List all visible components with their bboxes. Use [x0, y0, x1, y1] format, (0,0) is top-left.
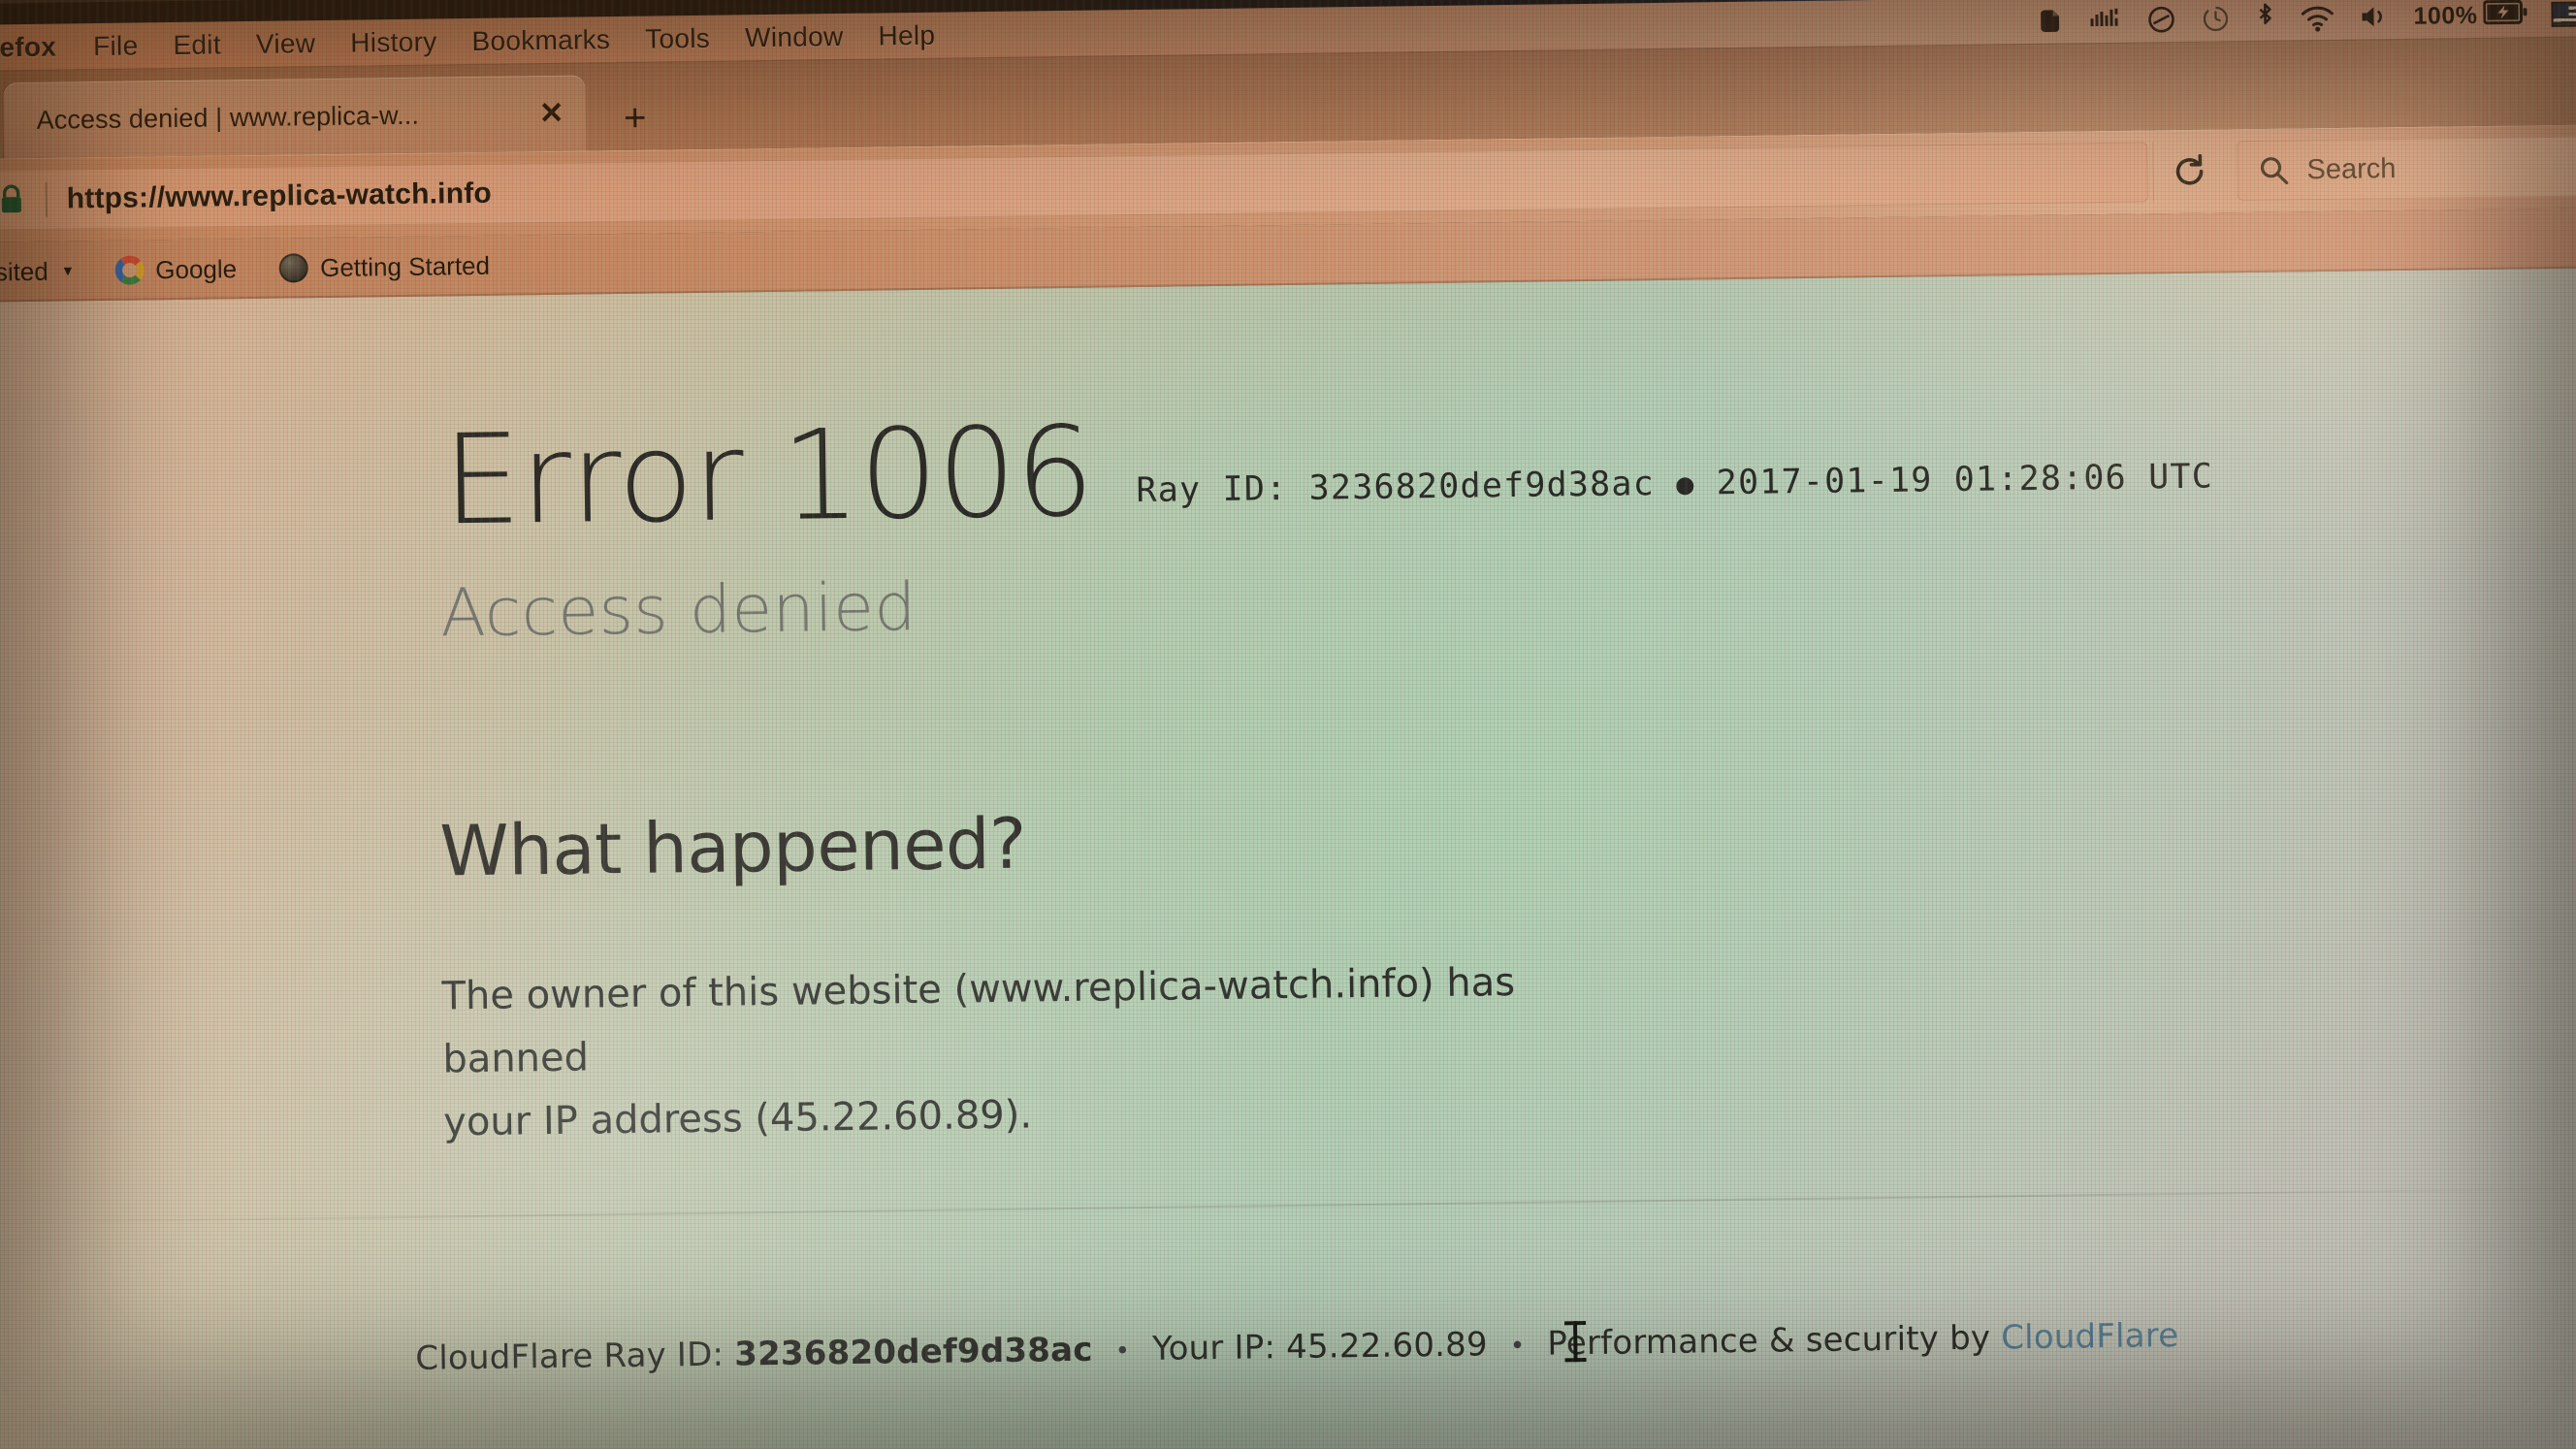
cloudflare-error-page: Error 1006 Ray ID: 3236820def9d38ac ● 20… — [0, 268, 2576, 1449]
url-text: https://www.replica-watch.info — [66, 177, 493, 215]
ray-id-label: Ray ID: — [1136, 468, 1288, 510]
text-cursor — [1573, 1321, 1578, 1363]
ray-timestamp: 2017-01-19 01:28:06 UTC — [1716, 457, 2214, 502]
cloudflare-link[interactable]: CloudFlare — [2001, 1316, 2179, 1357]
page-title: Error 1006 — [441, 400, 1095, 554]
bookmark-most-visited[interactable]: t Visited ▾ — [0, 256, 93, 288]
menu-item-firefox[interactable]: Firefox — [0, 32, 76, 63]
browser-tab-active[interactable]: Access denied | www.replica-w... ✕ — [3, 75, 586, 159]
body-line-1: The owner of this website (www.replica-w… — [441, 959, 1516, 1082]
menu-item-edit[interactable]: Edit — [155, 29, 239, 60]
page-viewport: Error 1006 Ray ID: 3236820def9d38ac ● 20… — [0, 268, 2576, 1449]
bullet-separator-icon: • — [1509, 1331, 1526, 1361]
new-tab-button[interactable]: + — [608, 91, 661, 145]
url-divider — [45, 181, 48, 217]
footer-your-ip-value: 45.22.60.89 — [1285, 1325, 1489, 1368]
audio-levels-icon[interactable] — [2089, 4, 2122, 37]
search-icon — [2258, 154, 2289, 185]
photo-of-laptop-screen: Firefox File Edit View History Bookmarks… — [0, 0, 2576, 1449]
ray-id-value: 3236820def9d38ac — [1308, 464, 1656, 508]
do-not-disturb-icon[interactable] — [2145, 3, 2176, 36]
bookmark-google[interactable]: Google — [93, 253, 258, 285]
menu-bar-status-items: 100% — [2037, 0, 2576, 38]
us-flag-keyboard-icon[interactable] — [2551, 1, 2576, 27]
footer-ray-id: 3236820def9d38ac — [733, 1330, 1093, 1374]
battery-icon — [2482, 0, 2528, 31]
reload-button[interactable] — [2152, 141, 2226, 203]
body-line-2: your IP address (45.22.60.89). — [442, 1092, 1033, 1145]
battery-status[interactable]: 100% — [2413, 0, 2528, 32]
footer-ray-label: CloudFlare Ray ID: — [415, 1335, 724, 1378]
error-header-row: Error 1006 Ray ID: 3236820def9d38ac ● 20… — [441, 400, 2214, 554]
ray-id-line: Ray ID: 3236820def9d38ac ● 2017-01-19 01… — [1136, 457, 2213, 531]
menu-item-file[interactable]: File — [76, 30, 156, 61]
volume-icon[interactable] — [2359, 0, 2390, 33]
footer-your-ip-label: Your IP: — [1151, 1328, 1276, 1368]
section-heading-what-happened: What happened? — [439, 802, 1027, 892]
time-machine-icon[interactable] — [2200, 2, 2231, 35]
padlock-icon[interactable] — [0, 183, 26, 216]
search-bar[interactable]: Search — [2237, 135, 2576, 202]
google-icon — [114, 255, 145, 285]
bookmark-label: Getting Started — [319, 250, 491, 282]
bullet-separator-icon: ● — [1676, 467, 1695, 501]
bluetooth-icon[interactable] — [2254, 2, 2275, 35]
bookmark-label: t Visited — [0, 256, 48, 287]
menu-item-help[interactable]: Help — [860, 20, 952, 51]
wifi-icon[interactable] — [2299, 1, 2335, 34]
menu-item-tools[interactable]: Tools — [628, 23, 727, 54]
bookmark-getting-started[interactable]: Getting Started — [258, 250, 511, 283]
horizontal-divider — [0, 1187, 2576, 1224]
bookmark-label: Google — [155, 253, 238, 284]
footer-credit-prefix: Performance & security by — [1547, 1318, 1991, 1364]
page-subtitle: Access denied — [439, 569, 918, 653]
menu-item-history[interactable]: History — [333, 26, 455, 57]
search-input[interactable]: Search — [2306, 153, 2396, 186]
close-icon[interactable]: ✕ — [527, 89, 575, 139]
menu-bar-items: Firefox File Edit View History Bookmarks… — [0, 20, 952, 63]
evernote-icon[interactable] — [2037, 4, 2066, 37]
bullet-separator-icon: • — [1114, 1336, 1131, 1366]
menu-item-view[interactable]: View — [239, 28, 334, 59]
globe-icon — [278, 253, 309, 283]
menu-item-window[interactable]: Window — [727, 21, 861, 52]
screen-content: Firefox File Edit View History Bookmarks… — [0, 0, 2576, 1449]
battery-percent-label: 100% — [2413, 1, 2478, 30]
section-body-what-happened: The owner of this website (www.replica-w… — [441, 950, 1665, 1154]
page-footer: CloudFlare Ray ID: 3236820def9d38ac • Yo… — [0, 1310, 2576, 1384]
tab-title: Access denied | www.replica-w... — [36, 100, 420, 135]
chevron-down-icon: ▾ — [63, 261, 73, 280]
menu-item-bookmarks[interactable]: Bookmarks — [454, 24, 628, 56]
